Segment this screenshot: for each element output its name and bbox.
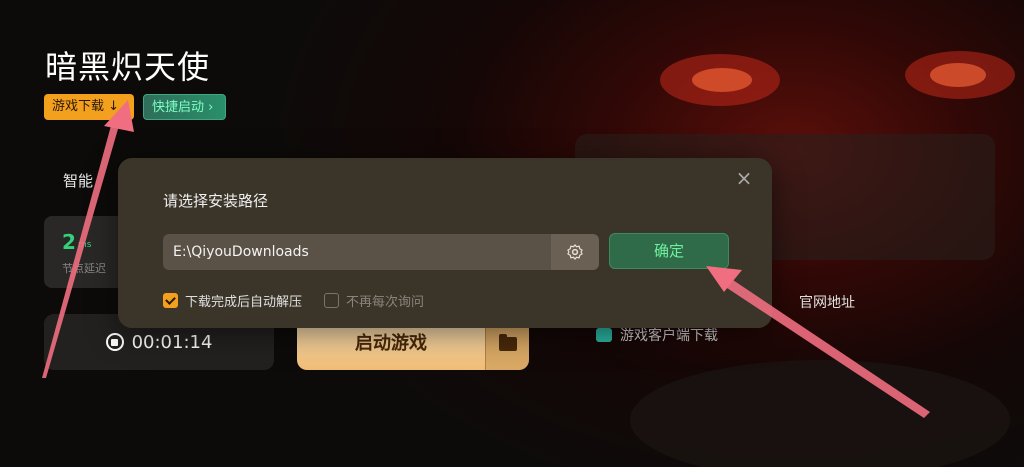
smart-section-label: 智能 — [63, 172, 94, 190]
install-path-dialog: 请选择安装路径 × 确定 下载完成后自动解压 不再每次询问 — [118, 158, 772, 328]
stop-icon[interactable] — [105, 333, 124, 351]
check-icon[interactable] — [163, 293, 178, 308]
auto-extract-checkbox[interactable]: 下载完成后自动解压 — [163, 291, 302, 310]
no-ask-label: 不再每次询问 — [346, 295, 425, 310]
client-icon — [596, 328, 612, 342]
timer-value: 00:01:14 — [131, 331, 213, 353]
official-website-link[interactable]: 官网地址 — [799, 292, 855, 312]
latency-card: 2 ms 节点延迟 — [44, 216, 124, 288]
game-title: 暗黑炽天使 — [45, 48, 211, 86]
client-download-link[interactable]: 游戏客户端下载 — [596, 325, 718, 345]
browse-settings-button[interactable] — [551, 234, 599, 270]
auto-extract-label: 下载完成后自动解压 — [185, 295, 303, 310]
latency-unit: ms — [78, 240, 92, 250]
latency-label: 节点延迟 — [62, 262, 106, 275]
dialog-title: 请选择安装路径 — [163, 192, 269, 210]
quick-launch-button[interactable]: 快捷启动 › — [143, 94, 226, 120]
folder-icon — [498, 334, 517, 351]
close-icon[interactable]: × — [734, 168, 754, 188]
no-ask-checkbox[interactable]: 不再每次询问 — [324, 291, 424, 310]
game-download-button[interactable]: 游戏下载 ↓ — [44, 94, 134, 120]
latency-value: 2 — [62, 230, 76, 254]
gear-icon — [567, 244, 583, 260]
checkbox-empty-icon[interactable] — [324, 293, 339, 308]
install-path-input[interactable] — [163, 234, 551, 270]
client-download-label: 游戏客户端下载 — [620, 328, 718, 344]
confirm-button[interactable]: 确定 — [609, 233, 729, 269]
